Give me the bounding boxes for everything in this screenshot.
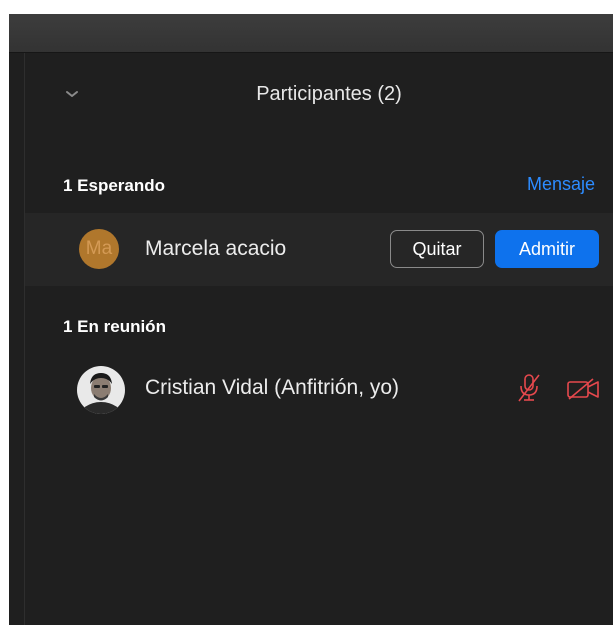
participants-panel: Participantes (2) 1 Esperando Mensaje Ma… <box>24 53 613 625</box>
title-bar[interactable] <box>9 14 613 53</box>
in-meeting-section-label: 1 En reunión <box>63 317 166 336</box>
waiting-section-label: 1 Esperando <box>63 176 166 195</box>
mic-muted-icon[interactable] <box>517 373 541 403</box>
waiting-participant-name: Marcela acacio <box>145 237 287 260</box>
avatar: Ma <box>79 229 119 269</box>
panel-title: Participantes (2) <box>256 83 402 105</box>
avatar <box>77 366 125 414</box>
remove-button[interactable]: Quitar <box>390 230 484 268</box>
profile-photo <box>77 366 125 414</box>
video-off-icon[interactable] <box>566 377 600 401</box>
zoom-window: Participantes (2) 1 Esperando Mensaje Ma… <box>9 14 613 625</box>
message-waiting-link[interactable]: Mensaje <box>527 174 595 195</box>
in-meeting-participant-name: Cristian Vidal (Anfitrión, yo) <box>145 376 400 399</box>
panel-header: Participantes (2) <box>25 53 613 139</box>
waiting-participant-row: Ma Marcela acacio Quitar Admitir <box>25 213 613 286</box>
admit-button[interactable]: Admitir <box>495 230 599 268</box>
